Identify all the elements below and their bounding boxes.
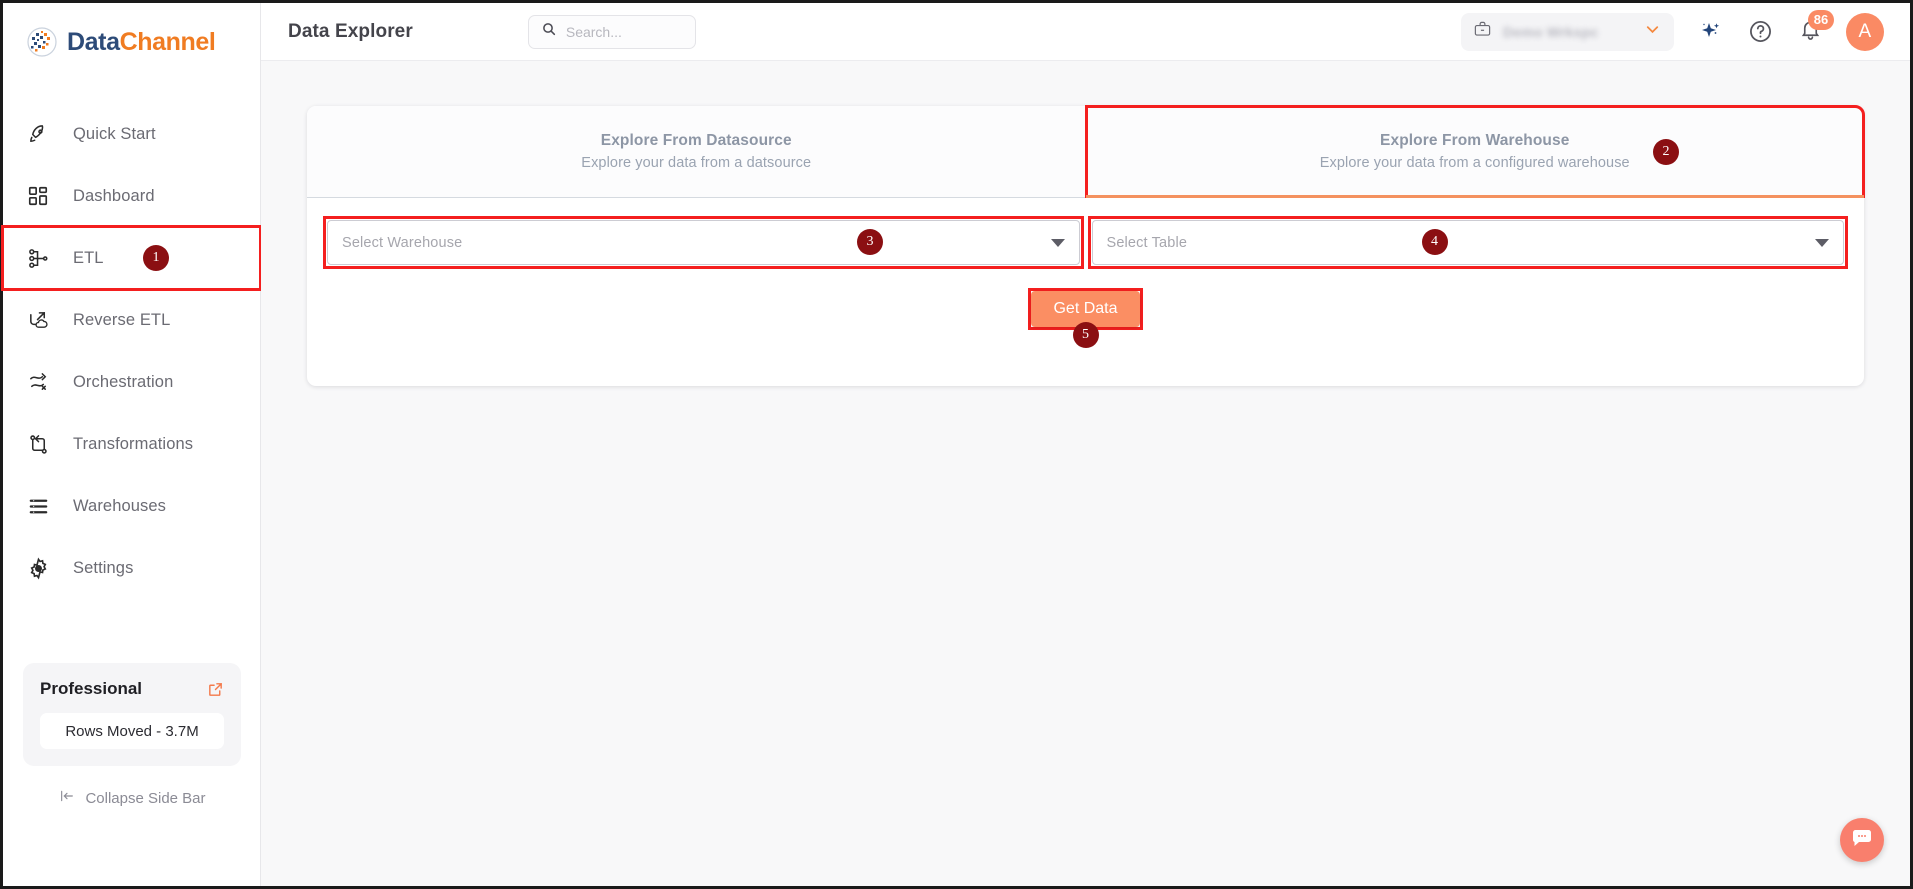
rocket-icon (25, 121, 51, 147)
main-area: Data Explorer Search... Demo Wrkspc 86 A… (261, 3, 1910, 886)
step-marker-3: 3 (857, 229, 883, 255)
orchestration-path-icon (25, 369, 51, 395)
explore-mode-tabs: Explore From Datasource Explore your dat… (307, 105, 1865, 198)
collapse-sidebar-label: Collapse Side Bar (85, 789, 206, 807)
chat-support-button[interactable] (1840, 818, 1884, 862)
tab-title: Explore From Warehouse (1380, 132, 1570, 149)
datachannel-globe-logo (25, 25, 59, 59)
external-link-icon[interactable] (207, 681, 224, 698)
tab-subtitle: Explore your data from a configured ware… (1319, 155, 1630, 171)
sidebar-item-label: Orchestration (73, 372, 174, 391)
brand-name: DataChannel (67, 27, 216, 57)
sidebar-item-warehouses[interactable]: Warehouses (3, 475, 260, 537)
avatar[interactable]: A (1846, 12, 1884, 51)
etl-nodes-icon (25, 245, 51, 271)
help-circle-icon[interactable] (1746, 18, 1774, 46)
page-title: Data Explorer (288, 20, 413, 42)
step-marker-4: 4 (1421, 229, 1448, 255)
workspace-selector[interactable]: Demo Wrkspc (1461, 12, 1674, 51)
select-table-placeholder: Select Table (1106, 234, 1188, 251)
chat-bubble-icon (1850, 826, 1874, 855)
sidebar-item-label: Quick Start (73, 124, 156, 143)
step-marker-1: 1 (143, 245, 169, 271)
sidebar-item-orchestration[interactable]: Orchestration (3, 351, 260, 413)
sidebar-item-label: Warehouses (73, 496, 167, 515)
plan-area: Professional Rows Moved - 3.7M Collapse … (23, 663, 241, 808)
sidebar-item-reverse-etl[interactable]: Reverse ETL (3, 289, 260, 351)
select-table-field[interactable]: Select Table (1091, 220, 1844, 265)
collapse-sidebar-button[interactable]: Collapse Side Bar (23, 788, 241, 808)
tab-title: Explore From Datasource (600, 132, 792, 149)
step-marker-5: 5 (1072, 322, 1099, 348)
brand-logo[interactable]: DataChannel (3, 3, 260, 81)
workspace-name: Demo Wrkspc (1503, 23, 1599, 40)
sparkle-ai-icon[interactable] (1696, 18, 1724, 46)
action-row: Get Data 5 (307, 288, 1864, 348)
reverse-etl-cloud-icon (25, 307, 51, 333)
search-box[interactable] (527, 14, 696, 49)
sidebar-item-quick-start[interactable]: Quick Start (3, 103, 260, 165)
sidebar-item-dashboard[interactable]: Dashboard (3, 165, 260, 227)
gear-icon (25, 555, 51, 581)
select-warehouse[interactable]: Select Warehouse 3 (323, 216, 1084, 269)
notifications-button[interactable]: 86 (1796, 9, 1834, 46)
rows-moved-usage: Rows Moved - 3.7M (40, 713, 224, 749)
brand-name-part2: Channel (119, 27, 216, 56)
caret-down-icon (1815, 238, 1829, 247)
dashboard-grid-icon (25, 183, 51, 209)
sidebar-item-transformations[interactable]: Transformations (3, 413, 260, 475)
get-data-button-wrapper: Get Data 5 (1028, 288, 1143, 348)
notification-badge: 86 (1808, 9, 1834, 30)
briefcase-icon (1473, 20, 1492, 44)
tab-explore-from-datasource[interactable]: Explore From Datasource Explore your dat… (307, 106, 1086, 197)
tab-subtitle: Explore your data from a datsource (581, 155, 812, 171)
brand-name-part1: Data (67, 27, 120, 56)
sidebar-nav: Quick Start Dashboard ETL 1 Reverse ETL … (1, 103, 262, 599)
plan-name: Professional (40, 679, 143, 698)
chevron-down-icon (1643, 20, 1662, 44)
search-input[interactable] (565, 23, 683, 40)
step-marker-2: 2 (1653, 139, 1679, 165)
sidebar: DataChannel Quick Start Dashboard ETL 1 … (1, 3, 262, 886)
caret-down-icon (1050, 238, 1065, 247)
sidebar-item-label: Dashboard (73, 186, 155, 205)
data-explorer-card: Explore From Datasource Explore your dat… (307, 105, 1865, 386)
app-window: DataChannel Quick Start Dashboard ETL 1 … (0, 0, 1913, 889)
sidebar-item-label: Reverse ETL (73, 310, 171, 329)
sidebar-item-settings[interactable]: Settings (3, 537, 260, 599)
select-warehouse-field[interactable]: Select Warehouse (327, 220, 1080, 265)
sidebar-item-label: Transformations (73, 434, 194, 453)
sidebar-item-label: ETL (73, 248, 104, 267)
selector-row: Select Warehouse 3 Select Table 4 (307, 198, 1864, 269)
header-actions: Demo Wrkspc 86 A (1461, 9, 1884, 51)
select-warehouse-placeholder: Select Warehouse (342, 234, 463, 251)
top-header: Data Explorer Search... Demo Wrkspc 86 A (261, 3, 1910, 61)
sidebar-item-etl[interactable]: ETL 1 (1, 225, 262, 291)
warehouse-stack-icon (25, 493, 51, 519)
sidebar-item-label: Settings (73, 558, 134, 577)
plan-header: Professional (40, 679, 224, 699)
collapse-left-icon (58, 788, 76, 808)
tab-explore-from-warehouse[interactable]: Explore From Warehouse Explore your data… (1084, 105, 1865, 198)
search-icon (541, 21, 557, 42)
select-table[interactable]: Select Table 4 (1087, 216, 1848, 269)
content-area: Explore From Datasource Explore your dat… (261, 61, 1910, 886)
plan-card: Professional Rows Moved - 3.7M (23, 663, 241, 766)
transformations-branch-icon (25, 431, 51, 457)
